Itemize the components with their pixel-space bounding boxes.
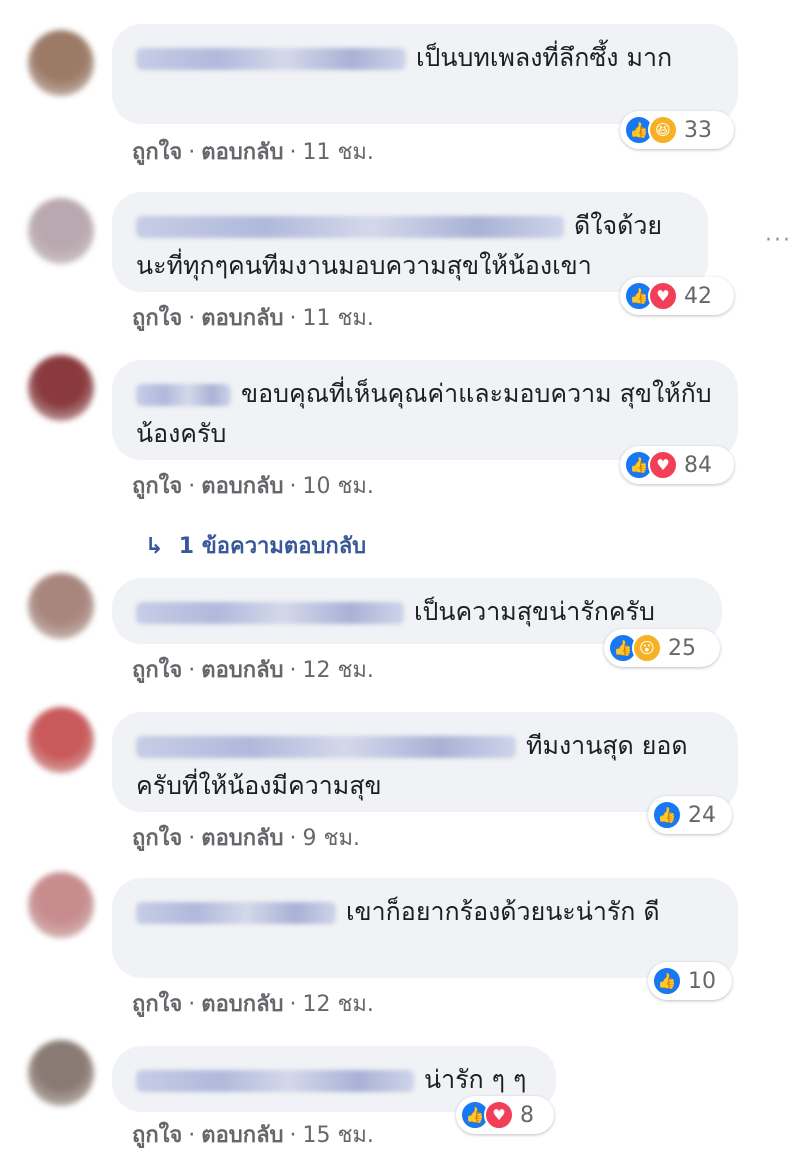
author-name[interactable] [136,736,516,758]
separator: · [188,140,196,165]
separator: · [289,658,297,683]
love-icon: ♥ [648,450,678,480]
separator: · [289,474,297,499]
timestamp[interactable]: 12 ชม. [303,992,374,1017]
timestamp[interactable]: 15 ชม. [303,1123,374,1148]
reaction-summary[interactable]: 👍 24 [648,796,732,834]
more-options-icon[interactable]: ··· [765,228,792,253]
reaction-summary[interactable]: 👍 ♥ 42 [620,277,734,315]
reply-button[interactable]: ตอบกลับ [201,306,283,331]
reply-arrow-icon: ↳ [145,534,164,559]
separator: · [188,474,196,499]
timestamp[interactable]: 10 ชม. [303,474,374,499]
comment-actions: ถูกใจ · ตอบกลับ · 11 ชม. [132,300,374,335]
separator: · [188,306,196,331]
reaction-count: 42 [684,283,712,309]
reaction-summary[interactable]: 👍 ♥ 84 [620,446,734,484]
like-button[interactable]: ถูกใจ [132,658,182,683]
author-name[interactable] [136,602,404,624]
author-name[interactable] [136,384,231,406]
comment-bubble: ดีใจด้วย นะที่ทุกๆคนทีมงานมอบความสุขให้น… [112,192,708,292]
avatar[interactable] [28,573,94,639]
author-name[interactable] [136,48,406,70]
reply-button[interactable]: ตอบกลับ [201,992,283,1017]
separator: · [289,1123,297,1148]
reaction-count: 84 [684,452,712,478]
separator: · [188,826,196,851]
reaction-count: 24 [688,802,716,828]
separator: · [188,992,196,1017]
separator: · [188,658,196,683]
avatar[interactable] [28,1040,94,1106]
avatar[interactable] [28,872,94,938]
love-icon: ♥ [648,281,678,311]
reply-button[interactable]: ตอบกลับ [201,826,283,851]
timestamp[interactable]: 9 ชม. [303,826,360,851]
avatar[interactable] [28,355,94,421]
like-icon: 👍 [652,966,682,996]
avatar[interactable] [28,30,94,96]
like-button[interactable]: ถูกใจ [132,140,182,165]
separator: · [289,306,297,331]
reply-count-label: 1 ข้อความตอบกลับ [178,534,367,559]
comment-actions: ถูกใจ · ตอบกลับ · 12 ชม. [132,652,374,687]
comment-actions: ถูกใจ · ตอบกลับ · 12 ชม. [132,986,374,1021]
reply-button[interactable]: ตอบกลับ [201,474,283,499]
avatar[interactable] [28,198,94,264]
like-button[interactable]: ถูกใจ [132,306,182,331]
reaction-count: 33 [684,117,712,143]
like-button[interactable]: ถูกใจ [132,474,182,499]
comment-text: เป็นความสุขน่ารักครับ [414,597,655,626]
timestamp[interactable]: 11 ชม. [303,306,374,331]
avatar[interactable] [28,707,94,773]
author-name[interactable] [136,1070,414,1092]
reaction-count: 10 [688,968,716,994]
timestamp[interactable]: 12 ชม. [303,658,374,683]
comment-actions: ถูกใจ · ตอบกลับ · 10 ชม. [132,468,374,503]
separator: · [289,826,297,851]
love-icon: ♥ [484,1100,514,1130]
comment-bubble: ขอบคุณที่เห็นคุณค่าและมอบความ สุขให้กับน… [112,360,738,460]
reply-button[interactable]: ตอบกลับ [201,1123,283,1148]
like-button[interactable]: ถูกใจ [132,1123,182,1148]
haha-icon: 😆 [648,115,678,145]
like-button[interactable]: ถูกใจ [132,826,182,851]
reaction-summary[interactable]: 👍 10 [648,962,732,1000]
reaction-count: 8 [520,1102,534,1128]
separator: · [188,1123,196,1148]
like-button[interactable]: ถูกใจ [132,992,182,1017]
comment-bubble: เขาก็อยากร้องด้วยนะน่ารัก ดี [112,878,738,978]
comment-actions: ถูกใจ · ตอบกลับ · 9 ชม. [132,820,360,855]
author-name[interactable] [136,902,336,924]
timestamp[interactable]: 11 ชม. [303,140,374,165]
comment-bubble: ทีมงานสุด ยอดครับที่ให้น้องมีความสุข [112,712,738,812]
reaction-summary[interactable]: 👍 😮 25 [604,629,720,667]
reply-button[interactable]: ตอบกลับ [201,658,283,683]
comment-bubble: เป็นบทเพลงที่ลึกซึ้ง มาก [112,24,738,124]
comment-text: เป็นบทเพลงที่ลึกซึ้ง มาก [416,43,673,72]
comment-text: น่ารัก ๆ ๆ [424,1065,527,1094]
separator: · [289,140,297,165]
wow-icon: 😮 [632,633,662,663]
like-icon: 👍 [652,800,682,830]
view-replies-link[interactable]: ↳ 1 ข้อความตอบกลับ [145,528,366,563]
reaction-summary[interactable]: 👍 😆 33 [620,111,734,149]
comment-text: เขาก็อยากร้องด้วยนะน่ารัก ดี [346,897,660,926]
comment-actions: ถูกใจ · ตอบกลับ · 11 ชม. [132,134,374,169]
author-name[interactable] [136,216,564,238]
comment-actions: ถูกใจ · ตอบกลับ · 15 ชม. [132,1117,374,1152]
reaction-count: 25 [668,635,696,661]
separator: · [289,992,297,1017]
reply-button[interactable]: ตอบกลับ [201,140,283,165]
reaction-summary[interactable]: 👍 ♥ 8 [456,1096,554,1134]
